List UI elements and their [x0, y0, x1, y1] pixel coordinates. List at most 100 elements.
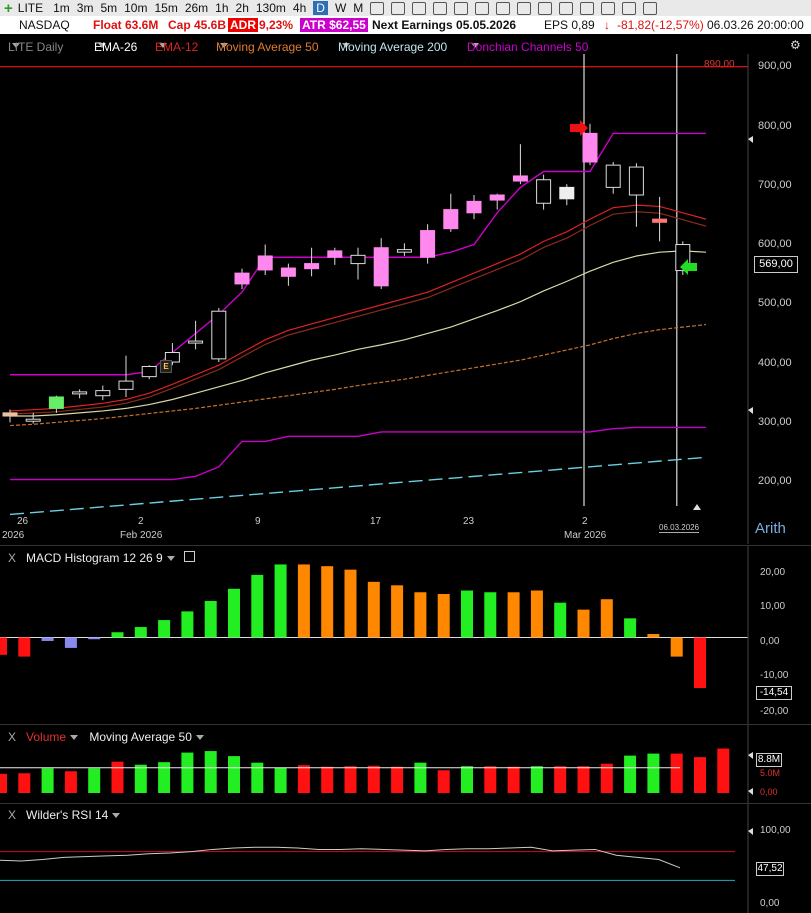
s-icon[interactable] — [622, 1, 637, 15]
volume-bar — [251, 762, 264, 793]
date-sublabel: 2026 — [2, 530, 25, 541]
candle — [420, 230, 436, 258]
earnings-marker[interactable]: E — [160, 360, 172, 373]
datetime-label: 06.03.26 20:00:00 — [707, 18, 804, 32]
study-donchian[interactable]: Donchian Channels 50 — [467, 38, 588, 54]
macd-bar — [344, 569, 357, 638]
adr-label: ADR — [228, 18, 258, 32]
volume-last-tag: 8.8M — [756, 753, 782, 767]
candle — [25, 418, 41, 422]
pencil-icon[interactable] — [412, 1, 427, 15]
symbol-daily-label[interactable]: LITE Daily — [8, 38, 63, 54]
tf-5m[interactable]: 5m — [100, 1, 117, 15]
volume-bar — [624, 755, 637, 793]
tf-4h[interactable]: 4h — [293, 1, 306, 15]
candle — [582, 132, 598, 163]
macd-bar — [507, 592, 520, 638]
axis-marker-icon — [748, 788, 753, 795]
axis-marker-icon — [748, 752, 753, 759]
tf-2h[interactable]: 2h — [236, 1, 249, 15]
volume-bar — [181, 752, 194, 793]
macd-bar — [530, 590, 543, 638]
volume-bar — [88, 768, 101, 793]
settings-icon[interactable] — [517, 1, 532, 15]
tf-D[interactable]: D — [313, 1, 328, 15]
candle — [95, 390, 111, 397]
tf-W[interactable]: W — [335, 1, 346, 15]
tf-130m[interactable]: 130m — [256, 1, 286, 15]
macd-bar — [670, 637, 683, 657]
price-tick: 900,00 — [758, 60, 792, 72]
study-ema26[interactable]: EMA-26 — [94, 38, 137, 54]
macd-chart[interactable] — [0, 546, 811, 724]
tf-15m[interactable]: 15m — [154, 1, 177, 15]
study-ma50[interactable]: Moving Average 50 — [216, 38, 319, 54]
price-chart[interactable] — [0, 54, 811, 544]
symbol-daily-text: LITE Daily — [8, 40, 64, 54]
candle — [373, 247, 389, 287]
donchian-lower-line — [10, 426, 706, 481]
date-tick: 23 — [463, 516, 475, 527]
share-icon[interactable] — [475, 1, 490, 15]
candle — [396, 249, 412, 253]
alert-icon[interactable] — [559, 1, 574, 15]
rt-icon[interactable] — [601, 1, 616, 15]
macd-bar — [181, 611, 194, 638]
grid-icon[interactable] — [538, 1, 553, 15]
chart-type-icon[interactable] — [391, 1, 406, 15]
study-ma200[interactable]: Moving Average 200 — [338, 38, 447, 54]
rsi-chart[interactable] — [0, 804, 811, 913]
studies-icon[interactable] — [370, 1, 385, 15]
eps-value: EPS 0,89 — [544, 18, 595, 32]
volume-bar — [158, 762, 171, 793]
next-earnings: Next Earnings 05.05.2026 — [372, 18, 517, 32]
info-bar: NASDAQ Float 63.6M Cap 45.6B ADR 9,23% A… — [0, 16, 811, 34]
volume-bar — [41, 768, 54, 793]
volume-bar — [228, 756, 240, 793]
candle — [304, 263, 320, 270]
tf-10m[interactable]: 10m — [124, 1, 147, 15]
ema12-line — [9, 204, 707, 412]
long-ma-line — [9, 456, 707, 516]
volume-bar — [554, 766, 567, 793]
symbol-selector[interactable]: LITE — [18, 1, 43, 15]
date-tick: 17 — [370, 516, 382, 527]
candle — [559, 186, 575, 200]
tf-1h[interactable]: 1h — [215, 1, 228, 15]
link-icon[interactable] — [454, 1, 469, 15]
menu-icon[interactable] — [643, 1, 658, 15]
volume-bar — [717, 748, 730, 793]
tf-M[interactable]: M — [353, 1, 363, 15]
volume-zero-label: 0,00 — [760, 787, 778, 797]
axis-marker-icon — [748, 136, 753, 143]
rsi-tick: 0,00 — [760, 898, 780, 909]
study-ema12[interactable]: EMA-12 — [155, 38, 198, 54]
scale-mode[interactable]: Arith — [755, 520, 786, 537]
macd-bar — [18, 637, 31, 657]
layout-icon[interactable] — [496, 1, 511, 15]
study-ema12-text: EMA-12 — [155, 40, 199, 54]
candle — [141, 365, 157, 378]
macd-tick: -20,00 — [760, 706, 789, 717]
volume-bar — [694, 757, 706, 793]
volume-bar — [134, 764, 147, 793]
tf-3m[interactable]: 3m — [77, 1, 94, 15]
candle — [512, 175, 528, 182]
candle — [257, 255, 273, 271]
macd-bar — [554, 602, 567, 638]
tf-1m[interactable]: 1m — [53, 1, 70, 15]
pin-icon[interactable] — [580, 1, 595, 15]
candle — [466, 200, 482, 214]
draw-tools-icon[interactable] — [433, 1, 448, 15]
tf-26m[interactable]: 26m — [185, 1, 208, 15]
candle — [350, 254, 366, 265]
settings-gear-icon[interactable]: ⚙ — [790, 38, 801, 52]
price-tick: 500,00 — [758, 297, 792, 309]
candle — [2, 412, 18, 417]
candle — [72, 391, 88, 395]
add-symbol-icon[interactable]: + — [4, 0, 13, 16]
macd-bar — [624, 618, 637, 638]
volume-bar — [111, 761, 124, 793]
volume-bar — [344, 766, 357, 793]
volume-chart[interactable] — [0, 725, 811, 803]
